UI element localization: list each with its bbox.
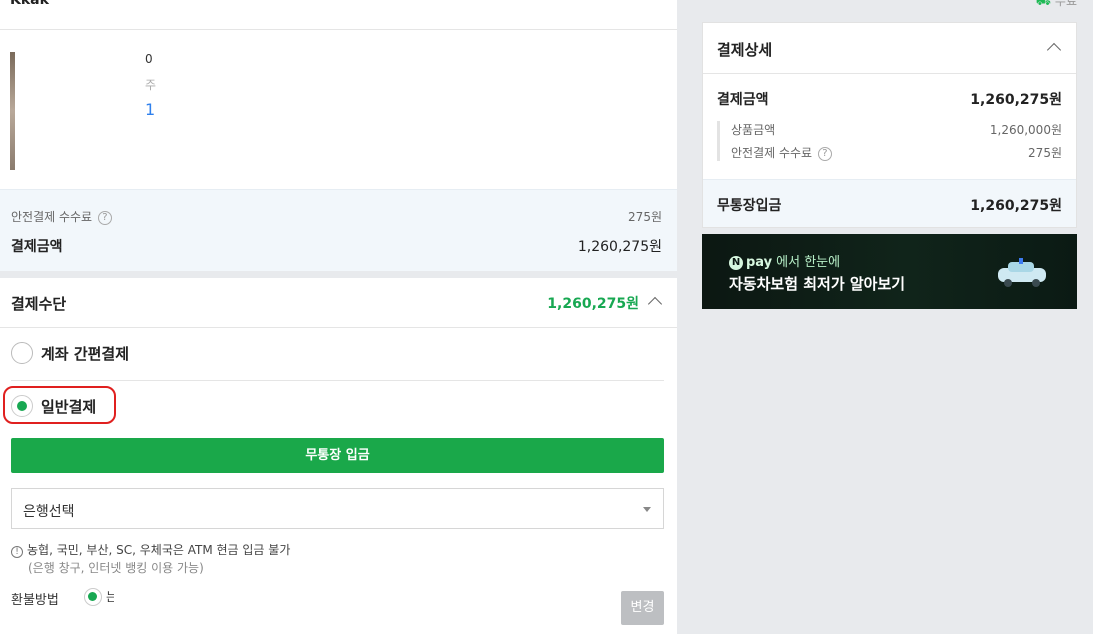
product-amount-value: 1,260,000원: [989, 123, 1062, 137]
option-account-easy-pay[interactable]: 계좌 간편결제: [11, 342, 129, 364]
payment-method-title: 결제수단: [11, 295, 67, 313]
payment-method-amount: 1,260,275원: [547, 296, 639, 312]
chevron-up-icon[interactable]: [1046, 42, 1062, 58]
refund-radio-selected[interactable]: [84, 588, 102, 606]
sub-items-bar: [717, 121, 720, 161]
banner-title: 자동차보험 최저가 알아보기: [729, 275, 906, 293]
info-icon: !: [11, 546, 23, 558]
divider: [0, 29, 677, 30]
bank-select-value: 은행선택: [23, 504, 75, 520]
payment-detail-header[interactable]: 결제상세: [703, 23, 1076, 74]
fee-summary-box: 안전결제 수수료 ? 275원 결제금액 1,260,275원: [0, 189, 677, 271]
safe-pay-fee-value: 275원: [628, 210, 662, 224]
divider: [11, 380, 664, 381]
bank-transfer-button[interactable]: 무통장 입금: [11, 438, 664, 473]
car-insurance-banner[interactable]: Npay 에서 한눈에 자동차보험 최저가 알아보기: [702, 234, 1077, 309]
section-gap: [0, 271, 677, 278]
fee-label: 안전결제 수수료: [731, 146, 813, 160]
radio-button[interactable]: [11, 342, 33, 364]
product-thumbnail[interactable]: [10, 52, 15, 170]
chevron-up-icon[interactable]: [647, 296, 663, 312]
notice-line-1: 농협, 국민, 부산, SC, 우체국은 ATM 현금 입금 불가: [27, 543, 291, 557]
product-amount-row: 상품금액 1,260,000원: [731, 121, 1062, 138]
caret-down-icon: [643, 507, 651, 512]
payment-detail-card: 결제상세 결제금액 1,260,275원 상품금액 1,260,000원 안전결…: [702, 22, 1077, 228]
seller-name: Kkak: [10, 0, 49, 8]
product-amount-label: 상품금액: [731, 123, 776, 137]
help-icon[interactable]: ?: [817, 147, 832, 161]
tagline-text: 에서 한눈에: [776, 255, 841, 270]
refund-method-label: 환불방법: [11, 593, 59, 608]
free-shipping-label: 무료: [1054, 0, 1077, 8]
free-shipping-link[interactable]: ⛟ 무료: [1036, 0, 1077, 10]
car-icon: [998, 258, 1046, 287]
payment-amount-value: 1,260,275원: [577, 239, 662, 255]
total-label: 결제금액: [717, 92, 769, 108]
refund-method-text: 는 N: [106, 590, 114, 604]
payment-amount-label: 결제금액: [11, 239, 63, 255]
npay-logo-icon: N: [729, 256, 743, 270]
bank-select-dropdown[interactable]: 은행선택: [11, 488, 664, 529]
product-quantity: 1: [145, 100, 156, 119]
product-option: 0: [145, 52, 153, 66]
pay-word: pay: [746, 255, 773, 270]
safe-pay-fee-label: 안전결제 수수료 ?: [11, 208, 112, 225]
help-icon[interactable]: ?: [97, 211, 112, 225]
bank-transfer-value: 1,260,275원: [970, 198, 1062, 214]
bank-transfer-label: 무통장입금: [717, 198, 782, 214]
notice-line-2: (은행 창구, 인터넷 뱅킹 이용 가능): [28, 561, 204, 575]
npay-tagline: Npay 에서 한눈에: [729, 251, 840, 270]
payment-method-header[interactable]: 결제수단 1,260,275원: [0, 278, 677, 328]
option-label: 계좌 간편결제: [41, 344, 130, 363]
truck-icon: ⛟: [1035, 0, 1051, 8]
highlight-annotation: [3, 386, 116, 424]
bank-transfer-row: 무통장입금 1,260,275원: [703, 179, 1076, 227]
total-value: 1,260,275원: [970, 92, 1062, 108]
payment-detail-title: 결제상세: [717, 41, 773, 59]
fee-value: 275원: [1028, 146, 1062, 160]
product-unit: 주: [145, 78, 157, 92]
atm-notice: ! 농협, 국민, 부산, SC, 우체국은 ATM 현금 입금 불가 (은행 창…: [11, 541, 290, 577]
change-button[interactable]: 변경: [621, 591, 664, 625]
fee-row: 안전결제 수수료 ? 275원: [731, 144, 1062, 161]
